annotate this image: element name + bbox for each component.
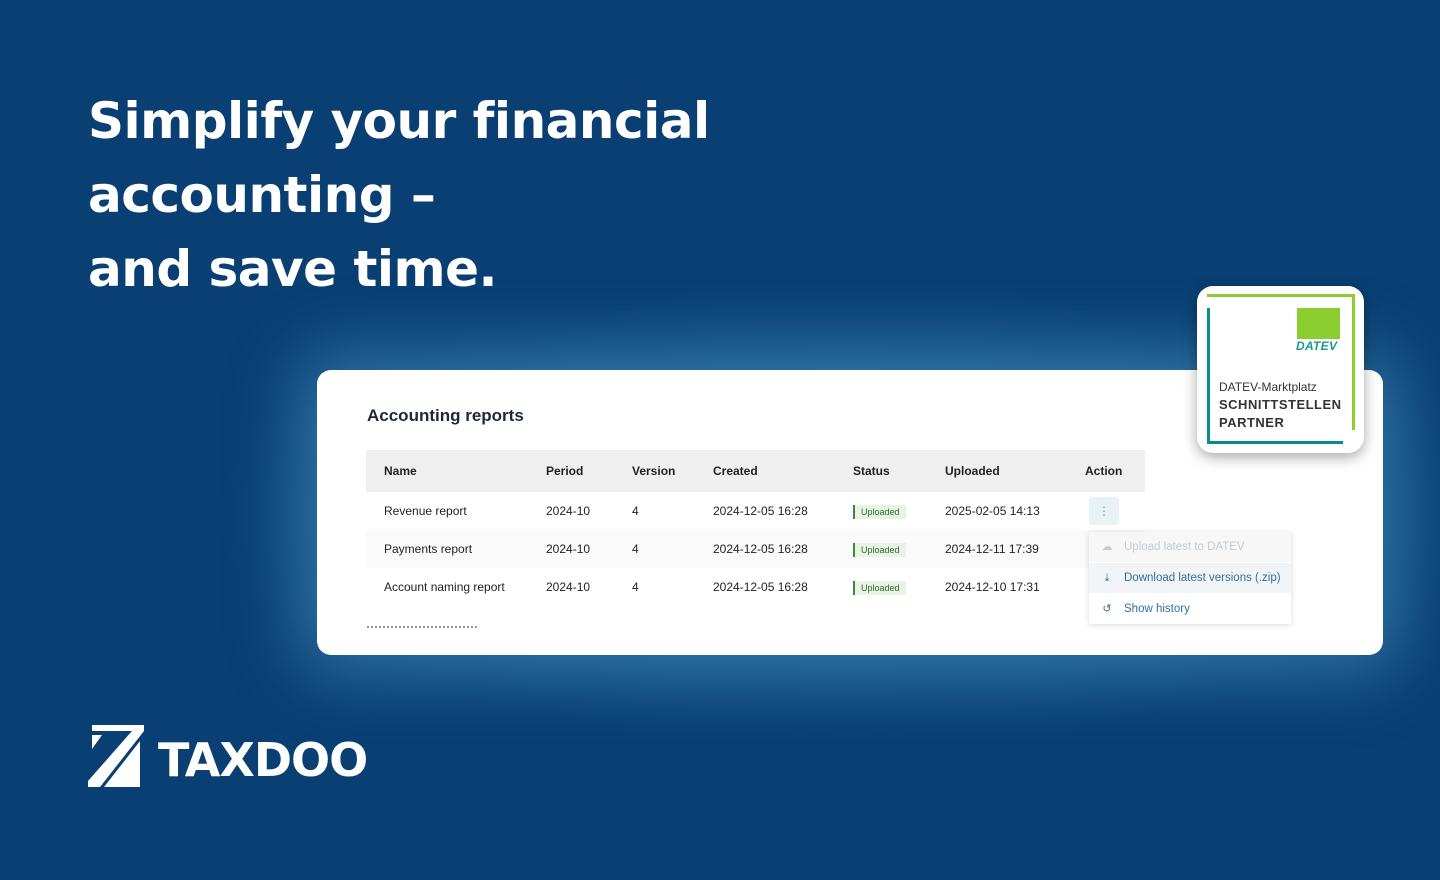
cell-version: 4 <box>632 530 713 568</box>
hero-headline: Simplify your financial accounting – and… <box>88 84 988 306</box>
history-icon: ↺ <box>1102 603 1112 615</box>
menu-item-label: Upload latest to DATEV <box>1124 541 1245 553</box>
cell-created: 2024-12-05 16:28 <box>713 580 808 594</box>
column-header-action: Action <box>1085 450 1145 492</box>
column-header-created[interactable]: Created <box>713 450 853 492</box>
datev-partner-badge: DATEV DATEV-Marktplatz SCHNITTSTELLEN PA… <box>1197 286 1364 453</box>
cell-created: 2024-12-05 16:28 <box>713 530 853 568</box>
cell-uploaded: 2025-02-05 14:13 <box>945 504 1040 518</box>
cloud-upload-icon: ☁ <box>1101 541 1113 553</box>
reports-table: Name Period Version Created Status Uploa… <box>366 450 1145 606</box>
table-row[interactable]: Revenue report 2024-10 4 2024-12-05 16:2… <box>366 492 1145 530</box>
column-header-uploaded[interactable]: Uploaded <box>945 450 1085 492</box>
clipped-next-section <box>367 626 477 633</box>
badge-partner-text: PARTNER <box>1219 415 1285 430</box>
table-row[interactable]: Account naming report 2024-10 4 2024-12-… <box>366 568 1145 606</box>
badge-interface-text: SCHNITTSTELLEN <box>1219 397 1342 412</box>
kebab-menu-icon: ⋮ <box>1098 504 1110 518</box>
status-badge: Uploaded <box>853 504 906 519</box>
menu-item-label: Download latest versions (.zip) <box>1124 572 1281 584</box>
cell-created: 2024-12-05 16:28 <box>713 504 808 518</box>
column-header-period[interactable]: Period <box>546 450 632 492</box>
cell-name: Revenue report <box>384 504 467 518</box>
badge-marketplace-text: DATEV-Marktplatz <box>1219 380 1317 394</box>
cell-period: 2024-10 <box>546 530 632 568</box>
cell-version: 4 <box>632 580 639 594</box>
column-header-name[interactable]: Name <box>366 450 546 492</box>
cell-status: Uploaded <box>853 568 945 606</box>
column-header-version[interactable]: Version <box>632 450 713 492</box>
menu-item-show-history[interactable]: ↺ Show history <box>1089 594 1291 624</box>
cell-uploaded: 2024-12-11 17:39 <box>945 530 1085 568</box>
menu-item-upload-to-datev[interactable]: ☁ Upload latest to DATEV <box>1089 532 1291 562</box>
card-title: Accounting reports <box>367 406 524 425</box>
datev-wordmark: DATEV <box>1296 339 1338 353</box>
cell-period: 2024-10 <box>546 504 591 518</box>
table-row[interactable]: Payments report 2024-10 4 2024-12-05 16:… <box>366 530 1145 568</box>
taxdoo-wordmark: TAXDOO <box>158 733 368 787</box>
download-icon: ⤓ <box>1104 572 1110 584</box>
cell-period: 2024-10 <box>546 580 591 594</box>
cell-name: Payments report <box>366 530 546 568</box>
cell-status: Uploaded <box>853 530 945 568</box>
menu-item-download-zip[interactable]: ⤓ Download latest versions (.zip) <box>1089 563 1291 593</box>
taxdoo-logo-mark-icon <box>88 725 144 787</box>
cell-version: 4 <box>632 504 639 518</box>
column-header-status[interactable]: Status <box>853 450 945 492</box>
cell-uploaded: 2024-12-10 17:31 <box>945 580 1040 594</box>
action-dropdown-menu: ☁ Upload latest to DATEV ⤓ Download late… <box>1089 532 1291 624</box>
table-header-row: Name Period Version Created Status Uploa… <box>366 450 1145 492</box>
cell-name: Account naming report <box>384 580 505 594</box>
kebab-menu-button[interactable]: ⋮ <box>1089 497 1119 525</box>
hero-line-2: and save time. <box>88 240 498 298</box>
menu-item-label: Show history <box>1124 603 1190 615</box>
status-badge: Uploaded <box>853 542 906 557</box>
hero-line-1: Simplify your financial accounting – <box>88 92 710 224</box>
cell-status: Uploaded <box>853 492 945 530</box>
datev-logo-square <box>1297 308 1340 339</box>
status-badge: Uploaded <box>853 580 906 595</box>
